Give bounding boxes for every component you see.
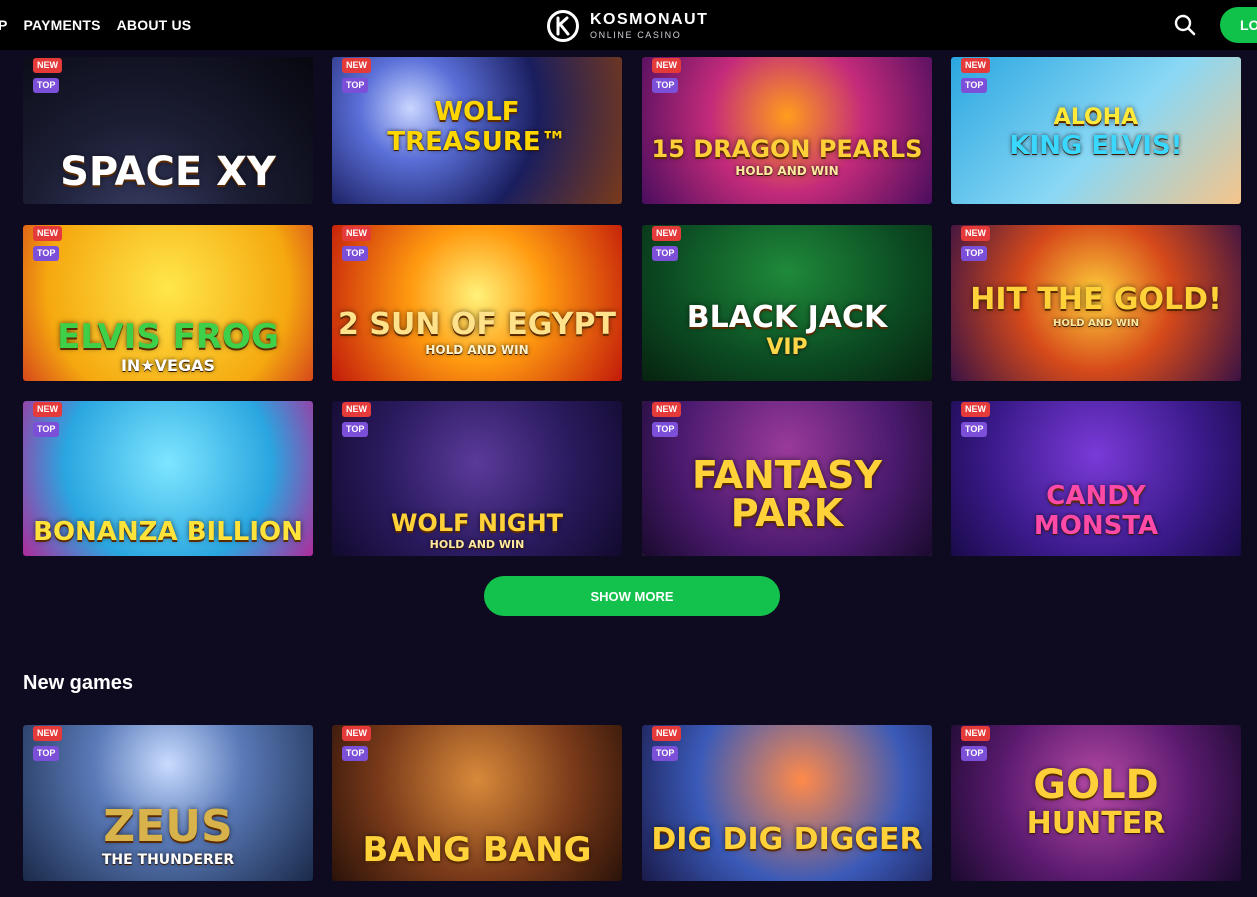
game-subtitle: KING ELVIS! [1009,131,1183,161]
game-title: WOLF [434,97,520,127]
game-tile-wolf-night[interactable]: WOLF NIGHT HOLD AND WIN NEW TOP [332,401,622,556]
game-tile-elvis-frog[interactable]: ELVIS FROG IN★VEGAS NEW TOP [23,225,313,381]
game-tile-candy-monsta[interactable]: Candy Monsta NEW TOP [951,401,1241,556]
new-badge: NEW [33,726,62,741]
game-subtitle: IN★VEGAS [120,356,216,375]
top-badge: TOP [961,246,988,261]
game-subtitle: VIP [766,335,808,360]
new-badge: NEW [342,226,371,241]
kosmonaut-logo-icon [547,10,579,42]
game-subtitle: HOLD AND WIN [429,538,525,551]
game-tile-blackjack-vip[interactable]: BLACK JACK VIP NEW TOP [642,225,932,381]
game-tile-wolf-treasure[interactable]: WOLF TREASURE™ NEW TOP [332,57,622,204]
game-title: SPACE XY [60,149,276,195]
top-badge: TOP [33,78,60,93]
game-subtitle: HOLD AND WIN [735,164,839,178]
game-tile-dig-dig-digger[interactable]: DIG DIG DIGGER NEW TOP [642,725,932,881]
logo-subtitle: ONLINE CASINO [590,30,682,40]
game-subtitle: HOLD AND WIN [1052,318,1140,329]
game-title: ELVIS FROG [57,317,279,357]
new-games-heading: New games [23,672,134,694]
top-badge: TOP [961,422,988,437]
new-badge: NEW [33,402,62,417]
logo[interactable]: KOSMONAUT ONLINE CASINO [546,8,708,44]
top-badge: TOP [961,746,988,761]
game-tile-fantasy-park[interactable]: FANTASY PARK NEW TOP [642,401,932,556]
game-thumbnail [642,57,932,204]
game-thumbnail [642,725,932,881]
show-more-button[interactable]: SHOW MORE [484,576,780,616]
game-title: Candy [1046,481,1146,511]
header: P PAYMENTS ABOUT US KOSMONAUT ONLINE CAS… [0,0,1257,50]
new-badge: NEW [33,226,62,241]
game-subtitle: Monsta [1033,511,1159,541]
login-button[interactable]: LO [1220,7,1257,43]
new-badge: NEW [342,726,371,741]
top-badge: TOP [652,246,679,261]
game-tile-bang-bang[interactable]: BANG BANG NEW TOP [332,725,622,881]
top-badge: TOP [342,78,369,93]
search-icon[interactable] [1172,12,1198,38]
new-badge: NEW [652,226,681,241]
game-subtitle: TREASURE™ [387,127,567,157]
top-badge: TOP [33,246,60,261]
main-nav: P PAYMENTS ABOUT US [0,0,207,50]
game-title: 2 SUN OF EGYPT [338,307,616,342]
top-badge: TOP [33,746,60,761]
new-badge: NEW [961,402,990,417]
game-title: HIT THE GOLD! [970,282,1222,317]
new-badge: NEW [342,58,371,73]
top-badge: TOP [652,746,679,761]
game-title: BONANZA BILLION [33,517,303,547]
new-badge: NEW [342,402,371,417]
new-badge: NEW [33,58,62,73]
game-subtitle: THE THUNDERER [101,852,235,868]
game-title: BANG BANG [362,830,592,870]
game-tile-15-dragon-pearls[interactable]: 15 DRAGON PEARLS HOLD AND WIN NEW TOP [642,57,932,204]
game-tile-aloha-king-elvis[interactable]: Aloha KING ELVIS! NEW TOP [951,57,1241,204]
game-tile-bonanza-billion[interactable]: BONANZA BILLION NEW TOP [23,401,313,556]
top-badge: TOP [961,78,988,93]
top-badge: TOP [33,422,60,437]
new-badge: NEW [961,726,990,741]
game-subtitle: HUNTER [1026,806,1166,841]
game-title: BLACK JACK [686,300,888,335]
new-badge: NEW [652,402,681,417]
logo-name: KOSMONAUT [590,11,709,28]
game-tile-hit-the-gold[interactable]: HIT THE GOLD! HOLD AND WIN NEW TOP [951,225,1241,381]
game-title: 15 DRAGON PEARLS [651,135,923,163]
top-badge: TOP [342,746,369,761]
nav-item-about-us[interactable]: ABOUT US [117,17,192,33]
new-badge: NEW [961,226,990,241]
game-title: ZEUS [103,801,233,852]
top-badge: TOP [342,422,369,437]
nav-item-payments[interactable]: PAYMENTS [24,17,101,33]
game-title: DIG DIG DIGGER [651,822,923,857]
top-badge: TOP [652,78,679,93]
game-tile-gold-hunter[interactable]: GOLD HUNTER NEW TOP [951,725,1241,881]
game-subtitle: HOLD AND WIN [425,343,529,357]
game-tile-zeus-the-thunderer[interactable]: ZEUS THE THUNDERER NEW TOP [23,725,313,881]
game-tile-sun-of-egypt-2[interactable]: 2 SUN OF EGYPT HOLD AND WIN NEW TOP [332,225,622,381]
game-title: GOLD [1033,762,1159,808]
game-title: Aloha [1053,105,1139,130]
game-tile-space-xy[interactable]: SPACE XY NEW TOP [23,57,313,204]
nav-item-partial[interactable]: P [0,17,8,33]
new-badge: NEW [652,726,681,741]
game-title: WOLF NIGHT [390,509,564,537]
top-badge: TOP [342,246,369,261]
new-badge: NEW [961,58,990,73]
game-title: FANTASY PARK [691,453,883,535]
game-thumbnail [332,225,622,381]
top-badge: TOP [652,422,679,437]
new-badge: NEW [652,58,681,73]
